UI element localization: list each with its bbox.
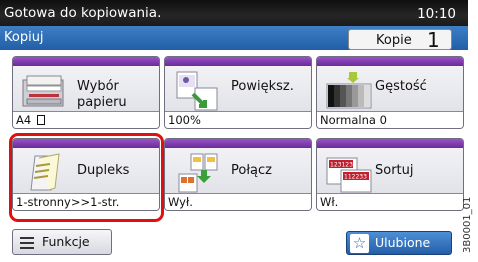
clock: 10:10	[417, 6, 456, 22]
combine-value: Wył.	[165, 193, 311, 210]
collate-value: Wł.	[317, 193, 463, 210]
functions-button[interactable]: Funkcje	[12, 229, 112, 255]
functions-label: Funkcje	[42, 234, 90, 249]
collate-icon: 123123 112233	[326, 157, 372, 193]
combine-icon	[178, 153, 218, 193]
density-label: Gęstość	[375, 79, 427, 94]
zoom-button[interactable]: Powiększ. 100%	[164, 56, 312, 129]
button-stripe	[165, 57, 311, 66]
favorites-button[interactable]: ☆ Ulubione	[346, 231, 452, 255]
star-icon: ☆	[350, 234, 369, 253]
status-message: Gotowa do kopiowania.	[4, 5, 162, 21]
copies-value: 1	[427, 28, 440, 52]
collate-button[interactable]: 123123 112233 Sortuj Wł.	[316, 138, 464, 211]
density-icon	[326, 72, 372, 109]
zoom-label: Powiększ.	[231, 79, 294, 94]
status-bar: Gotowa do kopiowania. 10:10	[0, 0, 468, 26]
combine-button[interactable]: Połącz Wył.	[164, 138, 312, 211]
screen-title: Kopiuj	[4, 30, 44, 45]
portrait-page-icon	[36, 115, 45, 125]
menu-list-icon	[20, 237, 34, 249]
copies-counter[interactable]: Kopie 1	[348, 28, 452, 52]
collate-label: Sortuj	[375, 163, 414, 178]
button-stripe	[317, 139, 463, 148]
favorites-label: Ulubione	[375, 235, 431, 250]
duplex-highlight-frame	[9, 133, 164, 222]
density-value: Normalna 0	[317, 111, 463, 128]
copies-label: Kopie	[376, 33, 412, 48]
figure-code: 3B0001_01	[462, 196, 473, 253]
combine-label: Połącz	[231, 163, 272, 178]
paper-size: A4	[16, 113, 32, 127]
paper-label-line2: papieru	[77, 95, 127, 110]
collate-badge-bottom: 112233	[344, 174, 367, 181]
zoom-icon	[176, 71, 218, 111]
paper-select-button[interactable]: Wybór papieru A4	[12, 56, 160, 129]
collate-badge-top: 123123	[330, 162, 353, 169]
paper-tray-icon	[22, 75, 64, 107]
paper-value: A4	[13, 111, 159, 128]
paper-label-line1: Wybór	[77, 79, 119, 94]
density-button[interactable]: Gęstość Normalna 0	[316, 56, 464, 129]
button-stripe	[317, 57, 463, 66]
button-stripe	[165, 139, 311, 148]
button-stripe	[13, 57, 159, 66]
zoom-value: 100%	[165, 111, 311, 128]
